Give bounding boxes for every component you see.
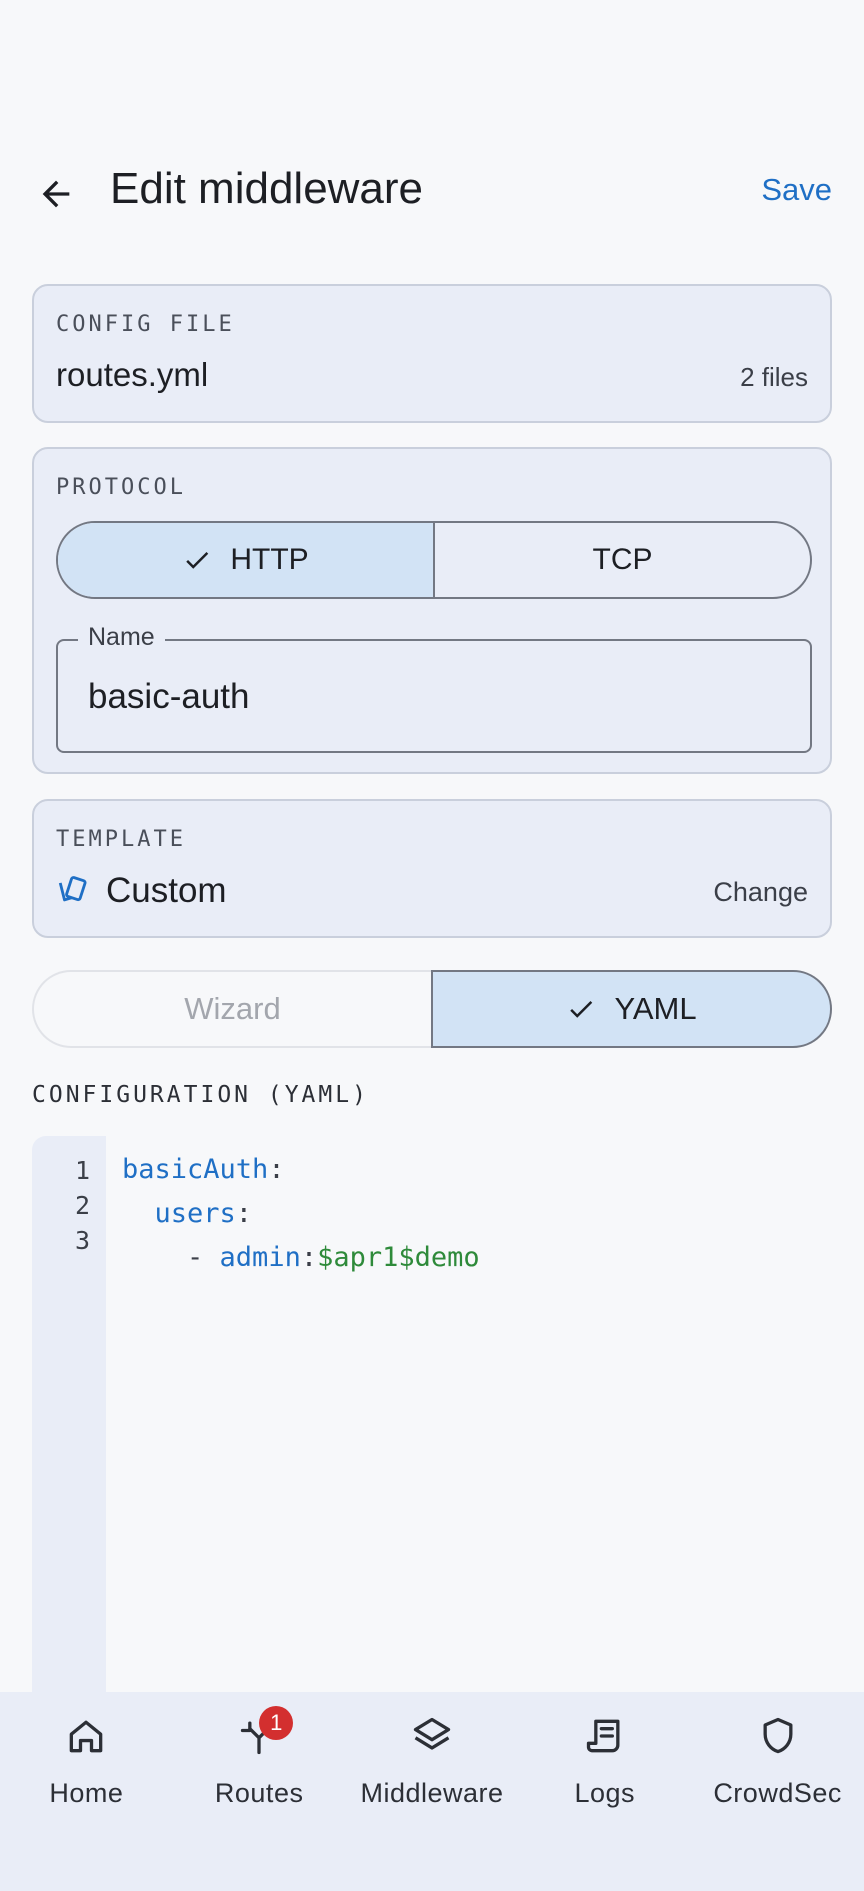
home-icon (70, 1720, 103, 1753)
nav-label: Home (49, 1778, 124, 1808)
name-field-label: Name (78, 623, 165, 652)
protocol-label: PROTOCOL (56, 475, 186, 500)
template-value: Custom (106, 871, 227, 910)
code-line: - admin:$apr1$demo (122, 1242, 480, 1273)
template-label: TEMPLATE (56, 827, 186, 852)
check-icon (186, 551, 209, 569)
top-app-bar: Edit middleware Save (0, 140, 864, 240)
protocol-segmented-control: HTTP TCP (56, 521, 812, 599)
line-number-gutter: 1 2 3 (32, 1136, 106, 1692)
protocol-option-label: TCP (592, 543, 653, 576)
nav-label: Routes (214, 1778, 304, 1808)
nav-label: Logs (574, 1778, 636, 1808)
protocol-card: PROTOCOL HTTP TCP Name (32, 447, 832, 774)
line-number: 3 (74, 1226, 90, 1255)
change-template-button[interactable]: Change (713, 877, 808, 908)
shield-icon (763, 1717, 793, 1754)
nav-item-routes[interactable]: 1 Routes (173, 1692, 346, 1891)
code-line: users: (154, 1198, 253, 1229)
nav-item-home[interactable]: Home (0, 1692, 173, 1891)
mode-option-yaml[interactable]: YAML (431, 970, 832, 1048)
config-file-value: routes.yml (56, 356, 209, 393)
logs-icon (586, 1719, 620, 1753)
line-number: 2 (74, 1191, 90, 1220)
yaml-key: basicAuth (122, 1154, 269, 1185)
config-file-label: CONFIG FILE (56, 312, 235, 337)
yaml-key: users (154, 1198, 236, 1229)
arrow-back-icon (42, 180, 70, 208)
nav-label: CrowdSec (713, 1778, 842, 1808)
protocol-option-http[interactable]: HTTP (58, 523, 433, 597)
name-field[interactable]: Name (56, 623, 812, 753)
template-icon (58, 876, 87, 902)
nav-item-logs[interactable]: Logs (518, 1692, 691, 1891)
bottom-navigation: Home 1 Routes Middleware Logs CrowdSec (0, 1692, 864, 1891)
notification-badge: 1 (259, 1706, 294, 1740)
template-card: TEMPLATE Custom Change (32, 799, 832, 938)
yaml-value: $apr1$demo (317, 1242, 480, 1273)
page-title: Edit middleware (110, 164, 424, 213)
yaml-key: admin (219, 1242, 301, 1273)
nav-item-middleware[interactable]: Middleware (346, 1692, 519, 1891)
config-file-card[interactable]: CONFIG FILE routes.yml 2 files (32, 284, 832, 423)
name-input[interactable] (88, 677, 768, 717)
editor-mode-segmented-control: Wizard YAML (32, 970, 832, 1048)
files-count: 2 files (740, 362, 808, 392)
back-button[interactable] (28, 166, 84, 222)
protocol-option-tcp[interactable]: TCP (433, 523, 810, 597)
line-number: 1 (74, 1156, 90, 1185)
layers-icon (413, 1717, 451, 1750)
save-button[interactable]: Save (761, 172, 832, 208)
yaml-editor[interactable]: 1 2 3 basicAuth: users: - admin:$apr1$de… (32, 1136, 832, 1692)
mode-option-label: YAML (614, 991, 697, 1026)
mode-option-wizard[interactable]: Wizard (32, 970, 431, 1048)
nav-label: Middleware (360, 1778, 504, 1808)
yaml-section-heading: CONFIGURATION (YAML) (32, 1082, 369, 1108)
check-icon (570, 1000, 593, 1018)
protocol-option-label: HTTP (230, 543, 309, 576)
code-line: basicAuth: (122, 1154, 285, 1185)
mode-option-label: Wizard (184, 991, 281, 1026)
nav-item-crowdsec[interactable]: CrowdSec (691, 1692, 864, 1891)
